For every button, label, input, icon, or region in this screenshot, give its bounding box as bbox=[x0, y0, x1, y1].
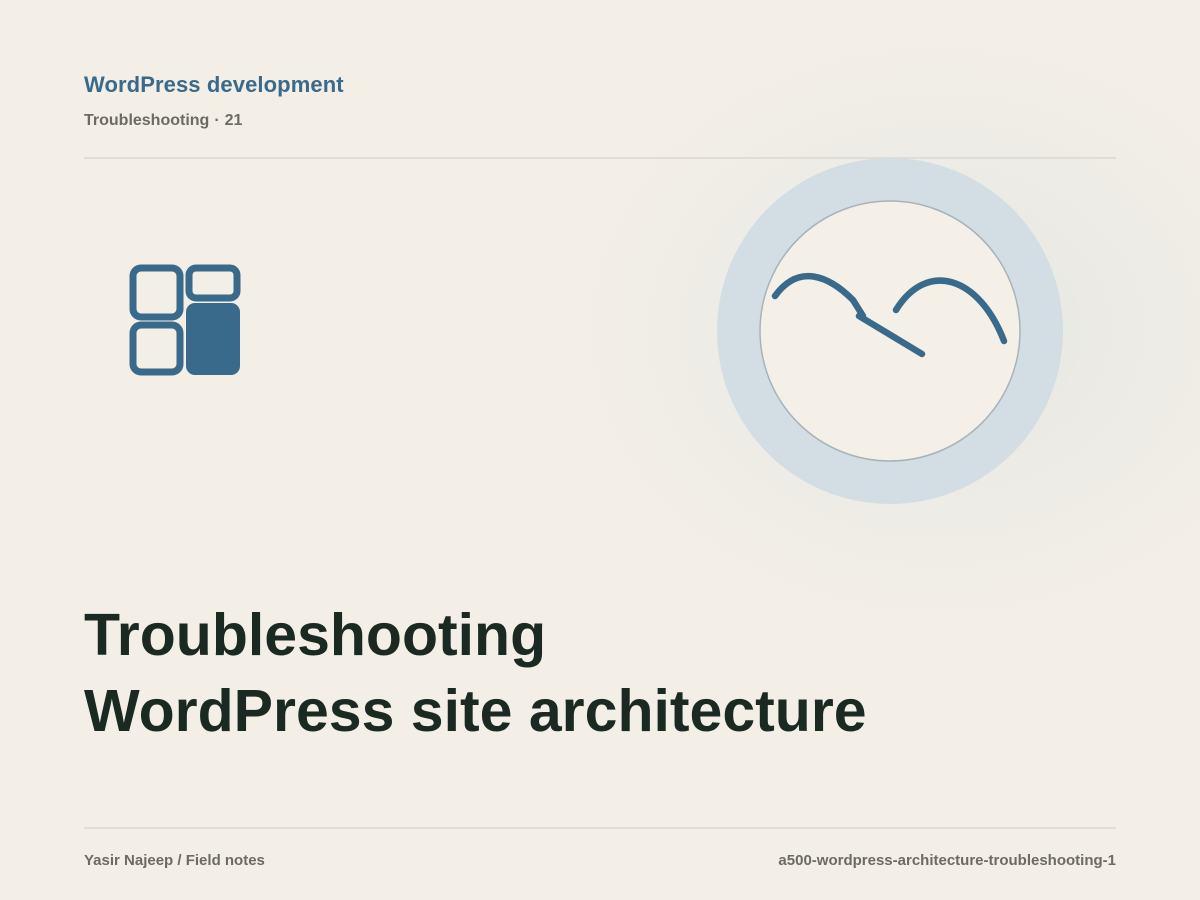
layout-cell-top-left bbox=[129, 264, 184, 321]
cover-page: WordPress development Troubleshooting · 21… bbox=[0, 0, 1200, 900]
author-credit: Yasir Najeep / Field notes bbox=[84, 852, 265, 869]
document-slug: a500-wordpress-architecture-troubleshoot… bbox=[778, 852, 1116, 869]
title-line-2: WordPress site architecture bbox=[84, 678, 867, 744]
section-number: 21 bbox=[224, 112, 243, 129]
layout-cell-bottom-left bbox=[129, 321, 184, 376]
section-label: Troubleshooting bbox=[84, 112, 210, 129]
meta-separator: · bbox=[214, 112, 220, 129]
layout-grid-icon bbox=[129, 264, 241, 376]
title-line-1: Troubleshooting bbox=[84, 602, 547, 668]
layout-cell-bottom-right bbox=[186, 303, 240, 375]
page-title: Troubleshooting WordPress site architect… bbox=[84, 597, 867, 749]
bottom-divider bbox=[84, 827, 1116, 829]
landscape-waves-icon bbox=[717, 158, 1063, 504]
section-meta: Troubleshooting · 21 bbox=[84, 112, 242, 130]
category-kicker: WordPress development bbox=[84, 72, 344, 97]
layout-cell-top-right bbox=[185, 264, 241, 302]
